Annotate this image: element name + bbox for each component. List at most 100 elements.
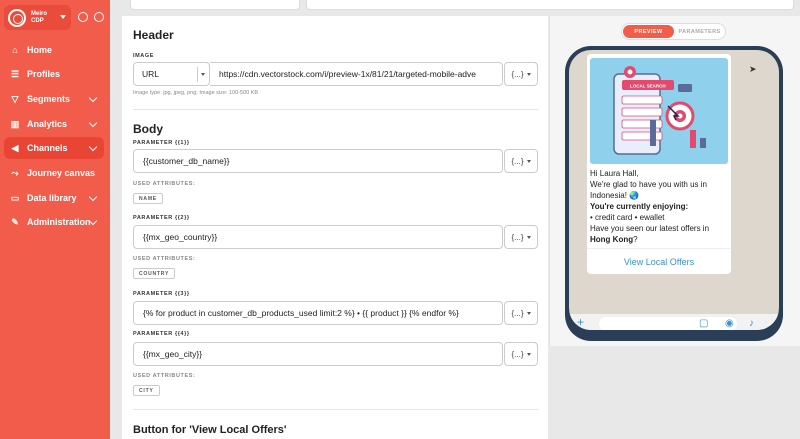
- sidebar-item-journey-canvas[interactable]: ⤳ Journey canvas: [4, 162, 104, 184]
- insert-attribute-button[interactable]: {...}: [504, 342, 538, 366]
- sidebar-item-channels[interactable]: ◀ Channels: [4, 137, 104, 159]
- used-attributes-label: USED ATTRIBUTES:: [133, 181, 196, 187]
- parameter-1-input[interactable]: {{customer_db_name}}: [133, 149, 503, 173]
- phone-screen: LOCAL SEARCH Hi Laura Hall, We're glad t…: [569, 50, 779, 330]
- insert-attribute-button[interactable]: {...}: [504, 62, 538, 86]
- top-tab-left[interactable]: [130, 0, 300, 10]
- image-type-select[interactable]: URL: [133, 62, 210, 86]
- plus-icon[interactable]: +: [577, 316, 584, 328]
- header-section-title: Header: [133, 28, 174, 42]
- message-bubble: LOCAL SEARCH Hi Laura Hall, We're glad t…: [587, 54, 731, 274]
- insert-attribute-button[interactable]: {...}: [504, 225, 538, 249]
- attribute-chip: NAME: [133, 193, 163, 204]
- chevron-down-icon: [526, 235, 531, 239]
- divider: [133, 409, 538, 410]
- used-attributes-label: USED ATTRIBUTES:: [133, 373, 196, 379]
- braces-icon: {...}: [511, 349, 524, 359]
- chevron-down-icon: [526, 72, 531, 76]
- used-attributes-label: USED ATTRIBUTES:: [133, 256, 196, 262]
- parameter-2-label: PARAMETER {{2}}: [133, 215, 190, 221]
- message-image: LOCAL SEARCH: [590, 58, 728, 164]
- top-tab-right[interactable]: [306, 0, 794, 10]
- parameter-4-input[interactable]: {{mx_geo_city}}: [133, 342, 503, 366]
- parameter-4-label: PARAMETER {{4}}: [133, 331, 190, 337]
- parameter-3-label: PARAMETER {{3}}: [133, 291, 190, 297]
- image-type-value: URL: [142, 69, 160, 79]
- camera-icon[interactable]: ◉: [725, 319, 734, 329]
- brand-name: Meiro CDP: [31, 10, 48, 24]
- mouse-cursor-icon: ➤: [749, 64, 757, 74]
- sidebar-item-label: Home: [27, 45, 53, 55]
- message-bold: Hong Kong: [590, 235, 634, 244]
- braces-icon: {...}: [511, 69, 524, 79]
- attribute-chip: CITY: [133, 385, 160, 396]
- chevron-down-icon: [526, 311, 531, 315]
- parameter-1-value: {{customer_db_name}}: [143, 156, 230, 166]
- chevron-down-icon: [201, 73, 205, 76]
- notifications-icon[interactable]: [78, 12, 88, 22]
- message-text-part: ?: [633, 235, 638, 244]
- message-line: We're glad to have you with us in Indone…: [590, 180, 707, 200]
- image-badge-text: LOCAL SEARCH: [630, 84, 666, 89]
- parameter-2-value: {{mx_geo_country}}: [143, 232, 218, 242]
- sidebar-item-analytics[interactable]: ▥ Analytics: [4, 113, 104, 135]
- sticker-icon[interactable]: ▢: [699, 319, 708, 329]
- insert-attribute-button[interactable]: {...}: [504, 149, 538, 173]
- body-section-title: Body: [133, 122, 163, 136]
- sidebar-item-label: Profiles: [27, 69, 61, 79]
- megaphone-icon: ◀: [11, 142, 19, 153]
- parameter-1-label: PARAMETER {{1}}: [133, 140, 190, 146]
- microphone-icon[interactable]: ♪: [749, 319, 754, 329]
- sidebar-item-label: Analytics: [27, 119, 68, 129]
- insert-attribute-button[interactable]: {...}: [504, 301, 538, 325]
- chevron-down-icon: [88, 118, 98, 128]
- message-input[interactable]: [599, 317, 737, 330]
- preview-toggle: PREVIEW PARAMETERS: [621, 23, 726, 40]
- message-line: • credit card • ewallet: [590, 213, 665, 222]
- sidebar-item-profiles[interactable]: ☰ Profiles: [4, 63, 104, 85]
- select-divider: [197, 67, 198, 82]
- folder-icon: ▭: [10, 192, 20, 203]
- attribute-chip: COUNTRY: [133, 268, 176, 279]
- chevron-down-icon: [526, 352, 531, 356]
- sidebar-item-label: Administration: [27, 217, 91, 227]
- preview-panel: PREVIEW PARAMETERS LOCAL SEARCH Hi Laura…: [549, 16, 800, 346]
- message-text-part: Have you seen our latest offers in: [590, 224, 710, 233]
- info-icon[interactable]: [94, 12, 104, 22]
- message-line: Hi Laura Hall,: [590, 169, 639, 178]
- wrench-icon: ✎: [11, 216, 19, 227]
- chevron-down-icon: [88, 192, 98, 202]
- sidebar-item-data-library[interactable]: ▭ Data library: [4, 187, 104, 209]
- view-local-offers-button[interactable]: View Local Offers: [587, 248, 731, 274]
- chevron-down-icon: [88, 93, 98, 103]
- sidebar-item-administration[interactable]: ✎ Administration: [4, 211, 104, 233]
- sidebar-item-label: Journey canvas: [27, 168, 96, 178]
- image-url-input[interactable]: https://cdn.vectorstock.com/i/preview-1x…: [210, 62, 503, 86]
- divider: [133, 109, 538, 110]
- message-line: Have you seen our latest offers in Hong …: [590, 223, 730, 245]
- chevron-down-icon: [88, 142, 98, 152]
- profiles-icon: ☰: [10, 68, 20, 79]
- chart-icon: ▥: [10, 118, 20, 129]
- image-url-value: https://cdn.vectorstock.com/i/preview-1x…: [219, 69, 477, 79]
- image-hint: Image type: jpg, jpeg, png; Image size: …: [133, 90, 259, 96]
- tab-parameters[interactable]: PARAMETERS: [674, 25, 725, 38]
- sidebar-item-home[interactable]: ⌂ Home: [4, 39, 104, 61]
- parameter-3-input[interactable]: {% for product in customer_db_products_u…: [133, 301, 503, 325]
- button-section-title: Button for 'View Local Offers': [133, 424, 287, 436]
- template-form: Header IMAGE URL https://cdn.vectorstock…: [122, 16, 548, 439]
- sidebar-item-segments[interactable]: ▽ Segments: [4, 88, 104, 110]
- sidebar-item-label: Data library: [27, 193, 77, 203]
- brand-switcher[interactable]: Meiro CDP: [4, 5, 71, 30]
- image-label: IMAGE: [133, 53, 155, 59]
- sidebar-item-label: Segments: [27, 94, 71, 104]
- tab-preview[interactable]: PREVIEW: [623, 25, 674, 38]
- chevron-down-icon: [60, 15, 66, 19]
- braces-icon: {...}: [511, 232, 524, 242]
- message-text: Hi Laura Hall, We're glad to have you wi…: [590, 168, 730, 245]
- journey-icon: ⤳: [11, 167, 19, 178]
- meiro-logo-icon: [8, 8, 26, 27]
- parameter-2-input[interactable]: {{mx_geo_country}}: [133, 225, 503, 249]
- phone-mockup: LOCAL SEARCH Hi Laura Hall, We're glad t…: [565, 46, 783, 341]
- filter-icon: ▽: [11, 93, 19, 104]
